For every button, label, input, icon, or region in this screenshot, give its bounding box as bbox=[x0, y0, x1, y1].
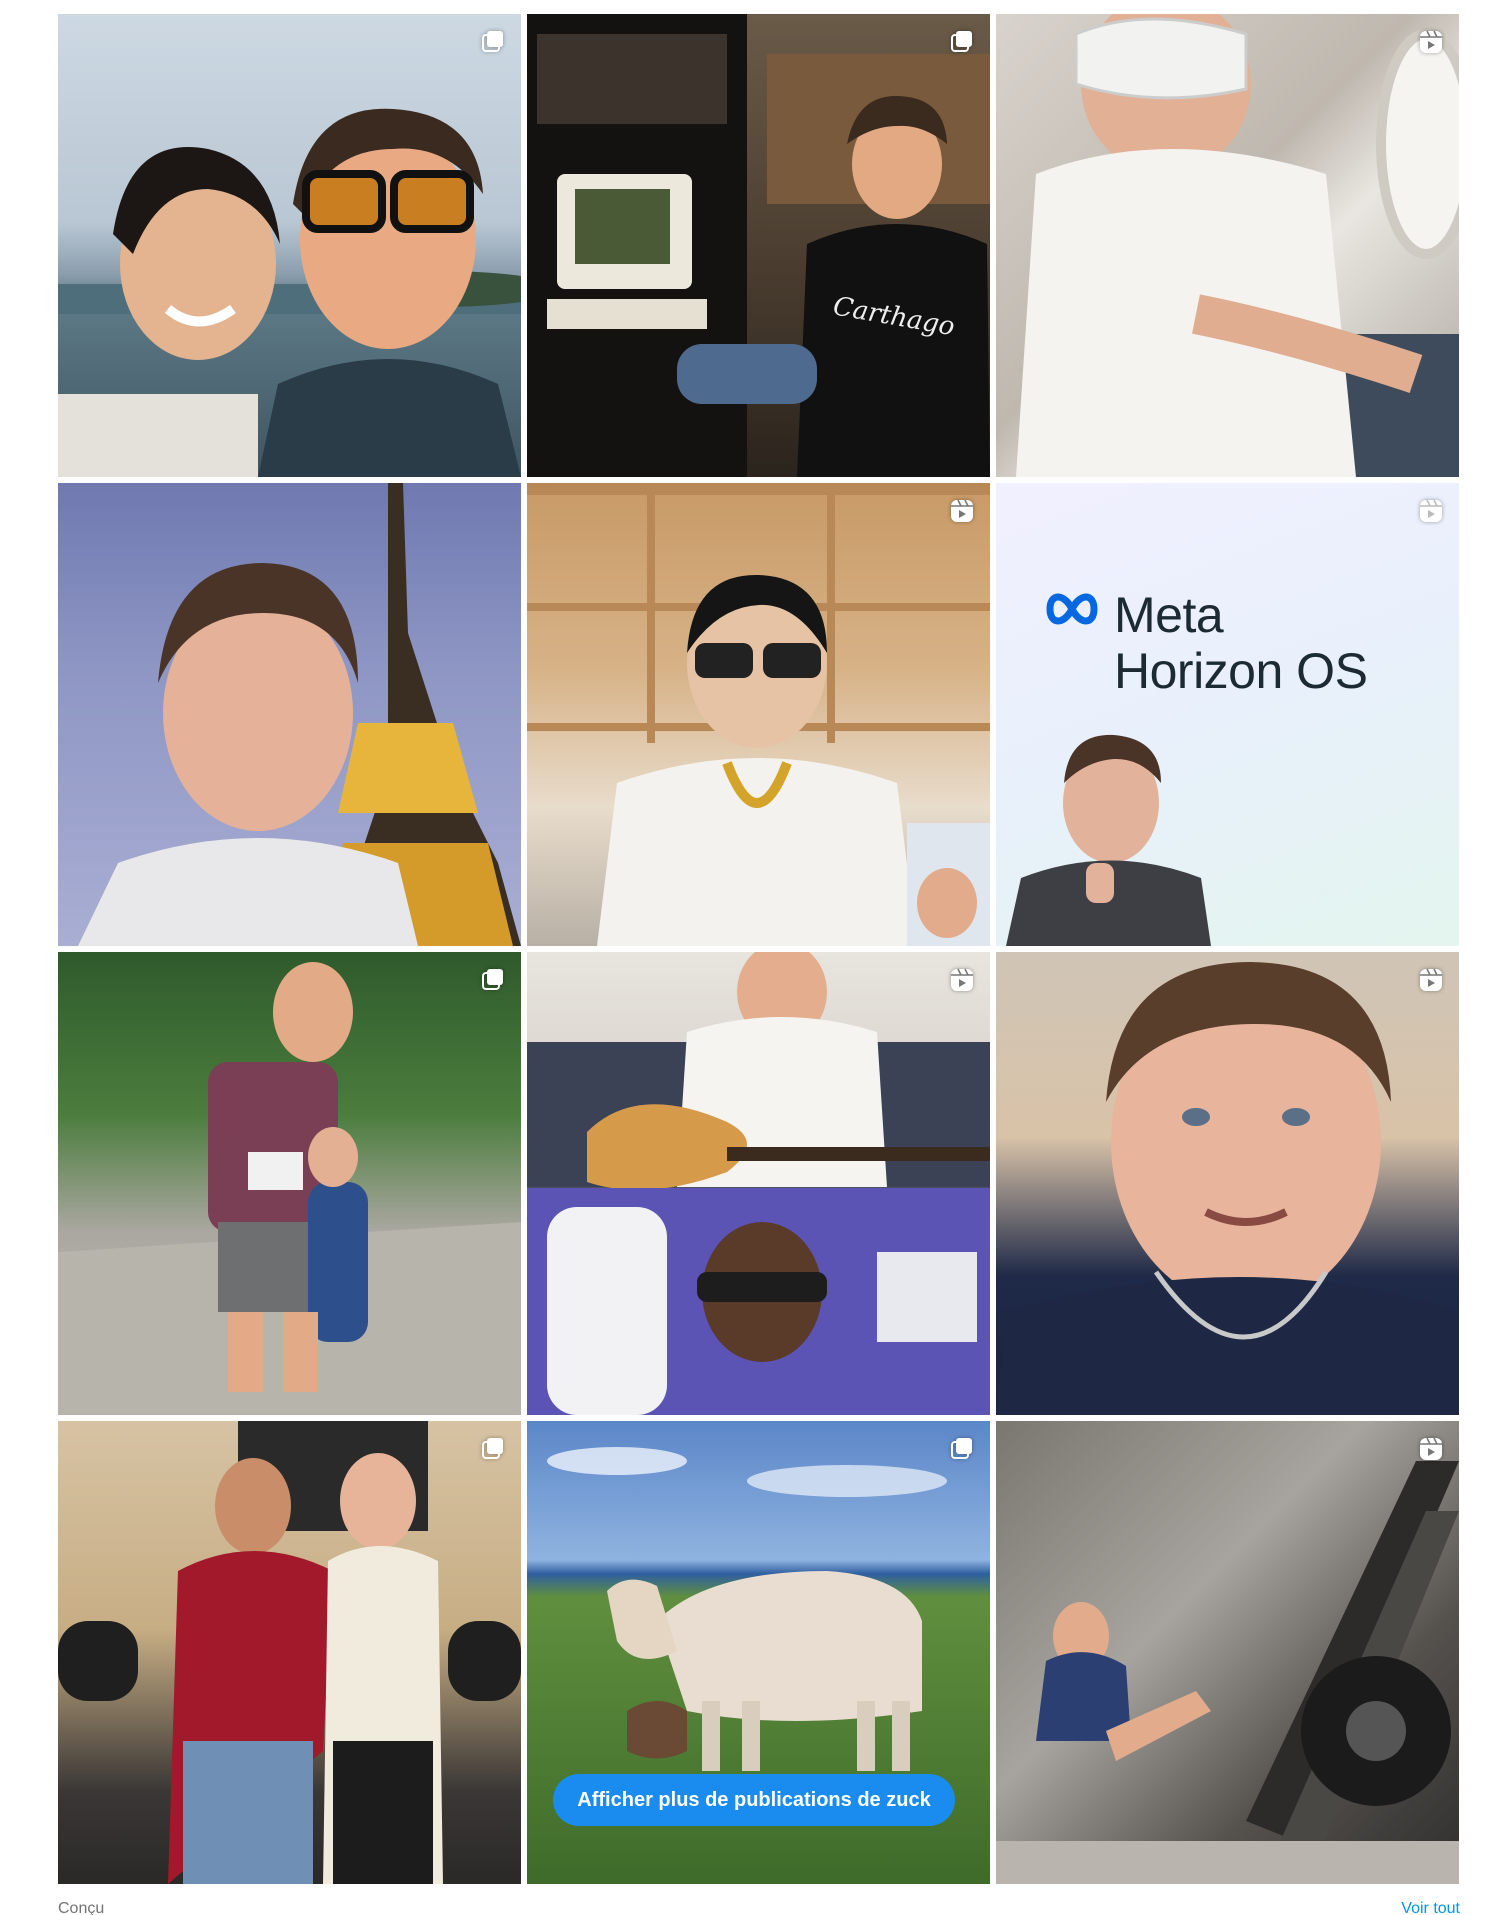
carousel-icon bbox=[479, 966, 507, 994]
reel-icon bbox=[1417, 497, 1445, 525]
carousel-icon bbox=[479, 28, 507, 56]
show-more-posts-button[interactable]: Afficher plus de publications de zuck bbox=[553, 1774, 955, 1826]
post-image bbox=[58, 483, 521, 946]
post-image: Meta Horizon OS bbox=[996, 483, 1459, 946]
reel-icon bbox=[1417, 28, 1445, 56]
see-all-link[interactable]: Voir tout bbox=[1401, 1900, 1460, 1915]
post-tile[interactable] bbox=[996, 1421, 1459, 1884]
footer-left-text: Conçu bbox=[58, 1900, 105, 1915]
post-image bbox=[58, 1421, 521, 1884]
carousel-icon bbox=[479, 1435, 507, 1463]
post-image bbox=[996, 952, 1459, 1415]
post-image bbox=[58, 952, 521, 1415]
post-image bbox=[996, 1421, 1459, 1884]
post-tile[interactable] bbox=[996, 952, 1459, 1415]
post-tile[interactable] bbox=[527, 483, 990, 946]
post-image: Carthago bbox=[527, 14, 990, 477]
reel-icon bbox=[948, 497, 976, 525]
meta-horizon-os-text: Meta Horizon OS bbox=[1114, 587, 1368, 699]
post-tile[interactable] bbox=[58, 14, 521, 477]
reel-icon bbox=[948, 966, 976, 994]
post-image bbox=[996, 14, 1459, 477]
meta-title-line1: Meta bbox=[1114, 587, 1224, 643]
post-tile[interactable] bbox=[58, 483, 521, 946]
carousel-icon bbox=[948, 28, 976, 56]
posts-grid: Carthago Meta Horizon OS bbox=[58, 14, 1460, 1884]
meta-logo-icon bbox=[1040, 587, 1104, 631]
post-image bbox=[527, 483, 990, 946]
carousel-icon bbox=[948, 1435, 976, 1463]
post-image bbox=[527, 952, 990, 1415]
post-tile[interactable] bbox=[996, 14, 1459, 477]
post-tile[interactable]: Carthago bbox=[527, 14, 990, 477]
meta-title-line2: Horizon OS bbox=[1114, 643, 1368, 699]
profile-posts-page: Carthago Meta Horizon OS Afficher plus d… bbox=[0, 0, 1510, 1915]
reel-icon bbox=[1417, 966, 1445, 994]
meta-horizon-os-logo: Meta Horizon OS bbox=[1040, 587, 1368, 699]
post-image bbox=[58, 14, 521, 477]
post-tile-meta-horizon-os[interactable]: Meta Horizon OS bbox=[996, 483, 1459, 946]
post-tile[interactable] bbox=[58, 952, 521, 1415]
post-tile[interactable] bbox=[58, 1421, 521, 1884]
reel-icon bbox=[1417, 1435, 1445, 1463]
post-tile[interactable] bbox=[527, 952, 990, 1415]
